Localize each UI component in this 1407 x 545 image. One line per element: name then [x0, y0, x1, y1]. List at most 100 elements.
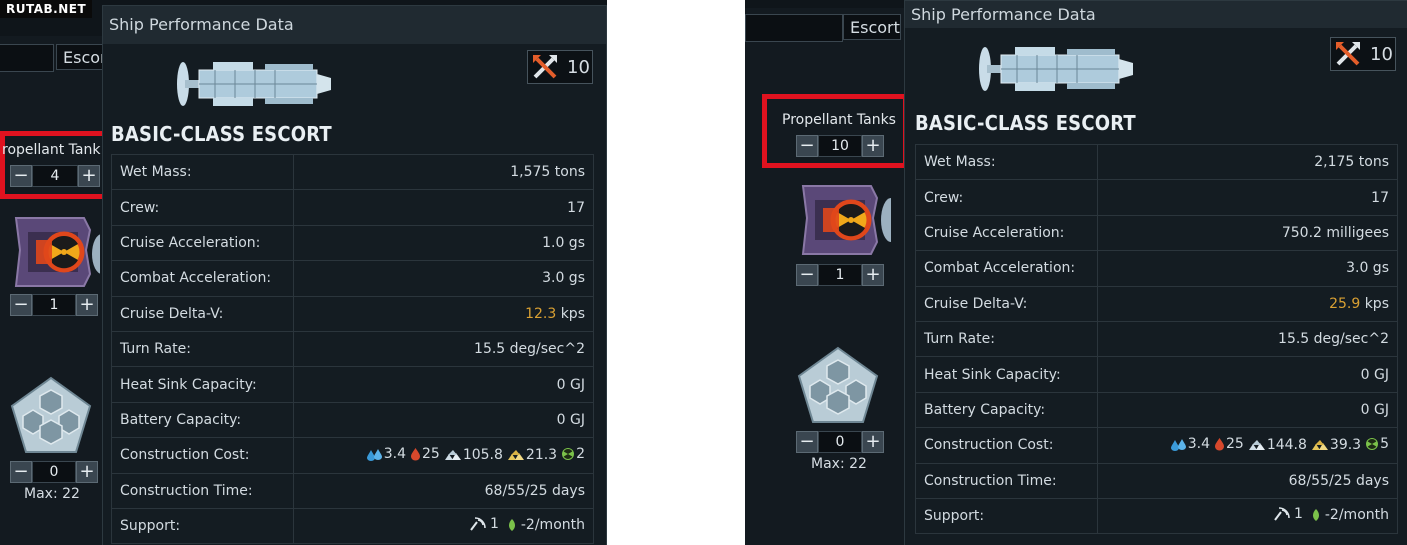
stat-value: 0 GJ	[1097, 356, 1398, 393]
armor-decrease-button[interactable]: −	[10, 461, 32, 483]
propellant-tanks-label: ropellant Tank	[2, 142, 101, 158]
propellant-decrease-button[interactable]: −	[10, 165, 32, 187]
ship-silhouette-image	[177, 62, 331, 106]
propellant-increase-button[interactable]: +	[78, 165, 100, 187]
support-count: 1	[489, 516, 499, 533]
stats-row: Cruise Delta-V: 12.3 kps	[111, 295, 594, 332]
stat-value: 15.5 deg/sec^2	[293, 330, 594, 367]
water-amount-group: 3.4	[1170, 436, 1210, 453]
stat-label: Battery Capacity:	[111, 401, 294, 438]
support-icon	[470, 517, 486, 531]
armor-module-icon[interactable]	[797, 346, 879, 426]
stat-label: Combat Acceleration:	[915, 250, 1098, 287]
water-amount: 3.4	[1187, 436, 1210, 453]
stat-value: 750.2 milligees	[1097, 214, 1398, 251]
armor-increase-button[interactable]: +	[862, 431, 884, 453]
stat-value: 17	[1097, 179, 1398, 216]
stat-label: Support:	[915, 497, 1098, 534]
reactor-value[interactable]: 1	[818, 264, 862, 286]
support-count: 1	[1293, 506, 1303, 523]
stats-row: Construction Cost: 3.4 25 144.8 39.3 5	[915, 427, 1398, 464]
support-rate-group: -2/month	[1311, 507, 1389, 523]
stats-row: Combat Acceleration: 3.0 gs	[915, 250, 1398, 287]
propellant-decrease-button[interactable]: −	[796, 135, 818, 157]
stat-value: 3.4 25 144.8 39.3 5	[1097, 427, 1398, 464]
stats-table: Wet Mass: 1,575 tons Crew: 17 Cruise Acceler…	[111, 154, 594, 545]
combat-value-badge: 10	[1330, 37, 1396, 71]
support-icon	[1274, 507, 1290, 521]
stat-value: 1 -2/month	[1097, 497, 1398, 534]
reactor-module-icon[interactable]	[12, 214, 100, 290]
armor-value[interactable]: 0	[818, 431, 862, 453]
propellant-increase-button[interactable]: +	[862, 135, 884, 157]
watermark: RUTAB.NET	[0, 0, 93, 18]
armor-decrease-button[interactable]: −	[796, 431, 818, 453]
stat-label: Construction Time:	[915, 462, 1098, 499]
volatiles-icon	[410, 447, 420, 461]
armor-increase-button[interactable]: +	[76, 461, 98, 483]
reactor-decrease-button[interactable]: −	[796, 264, 818, 286]
name-input[interactable]	[745, 14, 843, 42]
stats-row: Heat Sink Capacity: 0 GJ	[915, 356, 1398, 393]
leaf-icon	[1312, 509, 1319, 522]
stat-label: Turn Rate:	[915, 320, 1098, 357]
combat-value: 10	[567, 56, 590, 78]
stats-row: Support: 1 -2/month	[915, 497, 1398, 534]
noble-metals-icon	[507, 449, 524, 460]
stat-label: Turn Rate:	[111, 330, 294, 367]
reactor-module-icon[interactable]	[799, 182, 891, 260]
reactor-decrease-button[interactable]: −	[10, 294, 32, 316]
noble-metals-amount: 21.3	[525, 446, 558, 463]
stat-label: Cruise Delta-V:	[111, 295, 294, 332]
name-input[interactable]	[0, 44, 54, 72]
reactor-increase-button[interactable]: +	[76, 294, 98, 316]
stats-row: Combat Acceleration: 3.0 gs	[111, 260, 594, 297]
armor-value[interactable]: 0	[32, 461, 76, 483]
stats-row: Battery Capacity: 0 GJ	[111, 401, 594, 438]
propellant-stepper: − 10 +	[796, 135, 884, 157]
armor-max-label: Max: 22	[811, 456, 867, 472]
water-amount: 3.4	[383, 446, 406, 463]
stat-value: 0 GJ	[293, 366, 594, 403]
left-screenshot: Escor ropellant Tank − 4 + − 1 + − 0 + M…	[0, 0, 607, 545]
propellant-value[interactable]: 4	[32, 165, 78, 187]
ship-silhouette-image	[979, 47, 1133, 91]
stats-row: Wet Mass: 2,175 tons	[915, 144, 1398, 180]
stats-row: Construction Cost: 3.4 25 105.8 21.3 2	[111, 437, 594, 474]
popup-title: Ship Performance Data	[905, 1, 1407, 28]
stat-label: Combat Acceleration:	[111, 260, 294, 297]
stat-value: 1.0 gs	[293, 224, 594, 261]
armor-module-icon[interactable]	[10, 376, 92, 456]
stats-row: Support: 1 -2/month	[111, 507, 594, 544]
stats-row: Turn Rate: 15.5 deg/sec^2	[915, 320, 1398, 357]
reactor-value[interactable]: 1	[32, 294, 76, 316]
stats-row: Wet Mass: 1,575 tons	[111, 154, 594, 190]
noble-metals-icon	[1311, 439, 1328, 450]
fissiles-icon	[1366, 437, 1379, 450]
stats-row: Construction Time: 68/55/25 days	[915, 462, 1398, 499]
stats-row: Turn Rate: 15.5 deg/sec^2	[111, 330, 594, 367]
stat-label: Crew:	[915, 179, 1098, 216]
fissiles-icon	[562, 447, 575, 460]
stat-label: Crew:	[111, 189, 294, 226]
metals-amount-group: 105.8	[444, 447, 503, 463]
noble-metals-amount-group: 21.3	[507, 447, 557, 463]
escort-class-field[interactable]: Escort	[843, 14, 901, 40]
support-count-group: 1	[1273, 506, 1303, 522]
propellant-value[interactable]: 10	[818, 135, 862, 157]
metals-icon	[1248, 439, 1265, 450]
propellant-tanks-label: Propellant Tanks	[782, 112, 896, 128]
stat-label: Construction Cost:	[915, 427, 1098, 464]
stats-row: Cruise Delta-V: 25.9 kps	[915, 285, 1398, 322]
armor-max-label: Max: 22	[24, 486, 80, 502]
reactor-increase-button[interactable]: +	[862, 264, 884, 286]
reactor-stepper: − 1 +	[796, 264, 884, 286]
combat-value: 10	[1370, 43, 1393, 65]
stat-label: Battery Capacity:	[915, 391, 1098, 428]
stats-row: Cruise Acceleration: 750.2 milligees	[915, 214, 1398, 251]
volatiles-amount: 25	[421, 445, 440, 462]
stat-label: Cruise Acceleration:	[915, 214, 1098, 251]
ship-class-name: BASIC-CLASS ESCORT	[111, 122, 332, 146]
support-rate-group: -2/month	[507, 517, 585, 533]
stat-value: 3.0 gs	[293, 260, 594, 297]
